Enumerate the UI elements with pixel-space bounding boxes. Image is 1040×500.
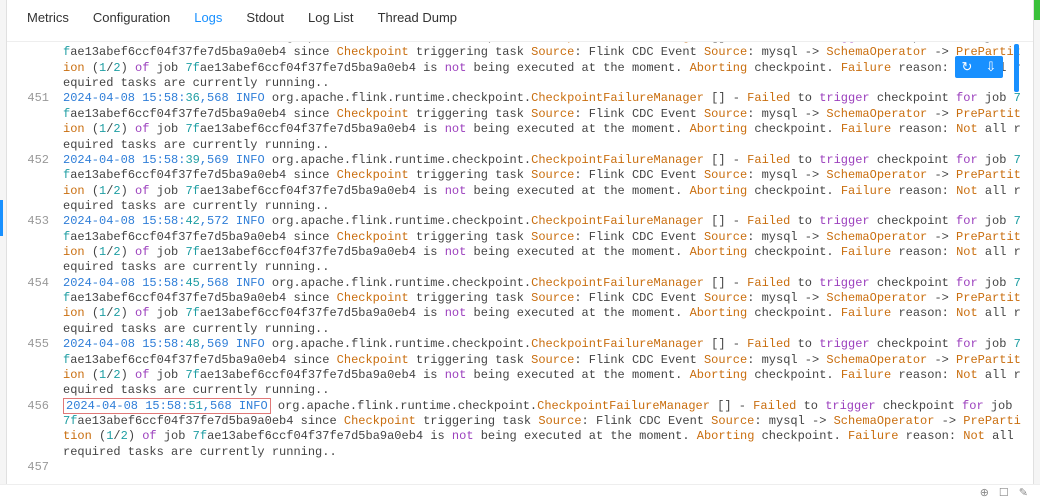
log-line: 2024-04-08 15:58:48,569 INFO org.apache.… [63,337,1025,398]
tab-bar: Metrics Configuration Logs Stdout Log Li… [7,0,1033,42]
log-row: 4542024-04-08 15:58:45,568 INFO org.apac… [15,276,1025,337]
line-number: 456 [15,399,63,414]
log-row: 4562024-04-08 15:58:51,568 INFO org.apac… [15,399,1025,460]
line-number: 451 [15,91,63,106]
line-number: 457 [15,460,63,475]
tab-loglist[interactable]: Log List [308,10,354,29]
log-line: 2024-04-08 15:58:36,568 INFO org.apache.… [63,91,1025,152]
line-number: 455 [15,337,63,352]
left-gutter-marker [0,200,3,236]
scrollbar-track[interactable] [1011,44,1019,499]
log-row: 4522024-04-08 15:58:39,569 INFO org.apac… [15,153,1025,214]
log-panel: Metrics Configuration Logs Stdout Log Li… [6,0,1034,500]
tab-logs[interactable]: Logs [194,10,222,29]
log-row: 4512024-04-08 15:58:36,568 INFO org.apac… [15,91,1025,152]
status-icon: ✎ [1019,486,1028,499]
line-number: 450 [15,42,63,45]
ide-status-bar: ⊕ ☐ ✎ [0,484,1040,500]
line-number: 454 [15,276,63,291]
log-text-area[interactable]: 4502024-04-08 15:58:33,567 INFO org.apac… [7,42,1033,497]
download-icon[interactable]: ⇩ [979,56,1003,78]
log-row: 4532024-04-08 15:58:42,572 INFO org.apac… [15,214,1025,275]
tab-threaddump[interactable]: Thread Dump [378,10,457,29]
log-line: 2024-04-08 15:58:33,567 INFO org.apache.… [63,42,1025,91]
tab-metrics[interactable]: Metrics [27,10,69,29]
status-icon: ☐ [999,486,1009,499]
log-line: 2024-04-08 15:58:51,568 INFO org.apache.… [63,399,1025,460]
log-line: 2024-04-08 15:58:42,572 INFO org.apache.… [63,214,1025,275]
tab-stdout[interactable]: Stdout [246,10,284,29]
tab-configuration[interactable]: Configuration [93,10,170,29]
scrollbar-thumb[interactable] [1014,44,1019,92]
status-icon: ⊕ [980,486,989,499]
log-line: 2024-04-08 15:58:45,568 INFO org.apache.… [63,276,1025,337]
log-row: 4502024-04-08 15:58:33,567 INFO org.apac… [15,42,1025,91]
log-line: 2024-04-08 15:58:39,569 INFO org.apache.… [63,153,1025,214]
log-toolbar: ↻ ⇩ [955,56,1003,78]
log-row: 457 [15,460,1025,475]
log-row: 4552024-04-08 15:58:48,569 INFO org.apac… [15,337,1025,398]
line-number: 452 [15,153,63,168]
build-status-indicator [1034,0,1040,20]
refresh-icon[interactable]: ↻ [955,56,979,78]
line-number: 453 [15,214,63,229]
